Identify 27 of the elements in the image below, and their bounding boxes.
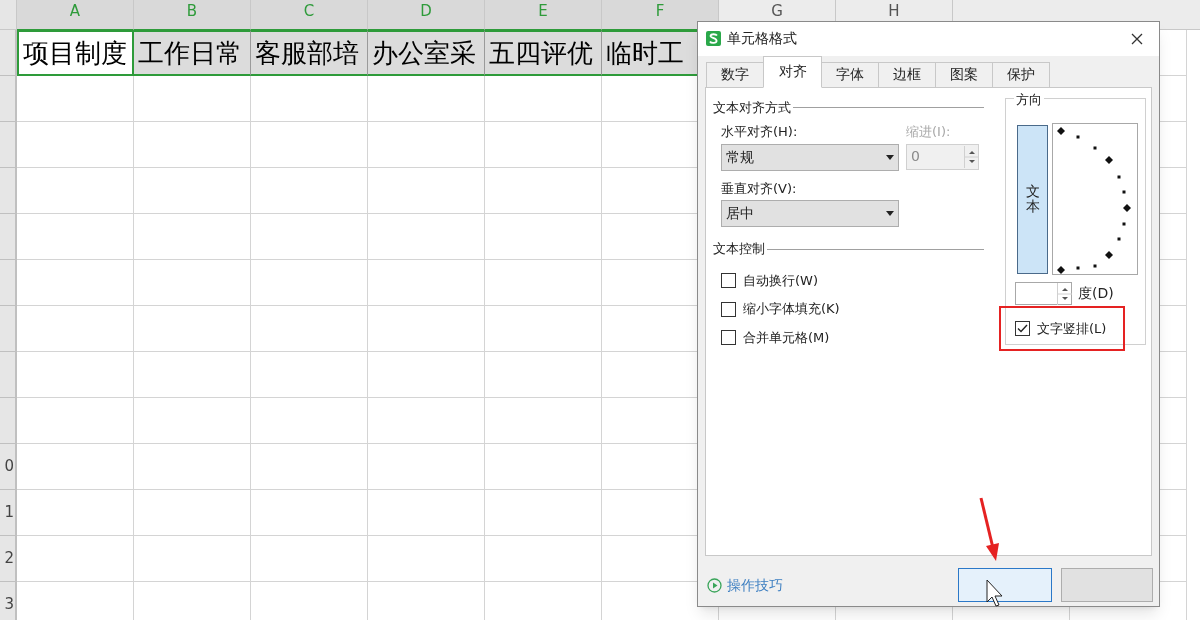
checkbox-label: 自动换行(W) <box>743 271 818 290</box>
field-label: 缩进(I): <box>906 123 952 142</box>
tab[interactable]: 对齐 <box>763 55 822 88</box>
field-label: 水平对齐(H): <box>721 123 799 142</box>
field-label: 度(D) <box>1078 283 1114 303</box>
dialog-title: 单元格格式 <box>727 29 797 49</box>
table-cell[interactable]: 五四评优 <box>485 30 602 76</box>
tab[interactable]: 保护 <box>992 61 1050 88</box>
row-header[interactable]: 1 <box>0 490 17 536</box>
tab[interactable]: 数字 <box>706 61 764 88</box>
checkbox-label: 合并单元格(M) <box>743 328 830 347</box>
row-header[interactable]: 0 <box>0 444 17 490</box>
checkbox-label: 文字竖排(L) <box>1037 319 1107 338</box>
row-header[interactable]: 3 <box>0 582 17 620</box>
group-title: 文本控制 <box>713 240 765 259</box>
table-cell[interactable]: 项目制度 <box>17 30 134 76</box>
dropdown[interactable]: 居中 <box>721 200 899 228</box>
dropdown[interactable]: 常规 <box>721 143 899 171</box>
table-cell[interactable]: 工作日常 <box>134 30 251 76</box>
row-header[interactable]: 2 <box>0 536 17 582</box>
table-cell[interactable]: 办公室采 <box>368 30 485 76</box>
vertical-text-sample[interactable]: 文本 <box>1017 124 1048 274</box>
field-label: 垂直对齐(V): <box>721 179 798 198</box>
checkbox-label: 缩小字体填充(K) <box>743 300 840 319</box>
group-title: 文本对齐方式 <box>713 98 791 117</box>
tips-link[interactable]: 操作技巧 <box>707 574 783 596</box>
table-cell[interactable]: 客服部培 <box>251 30 368 76</box>
